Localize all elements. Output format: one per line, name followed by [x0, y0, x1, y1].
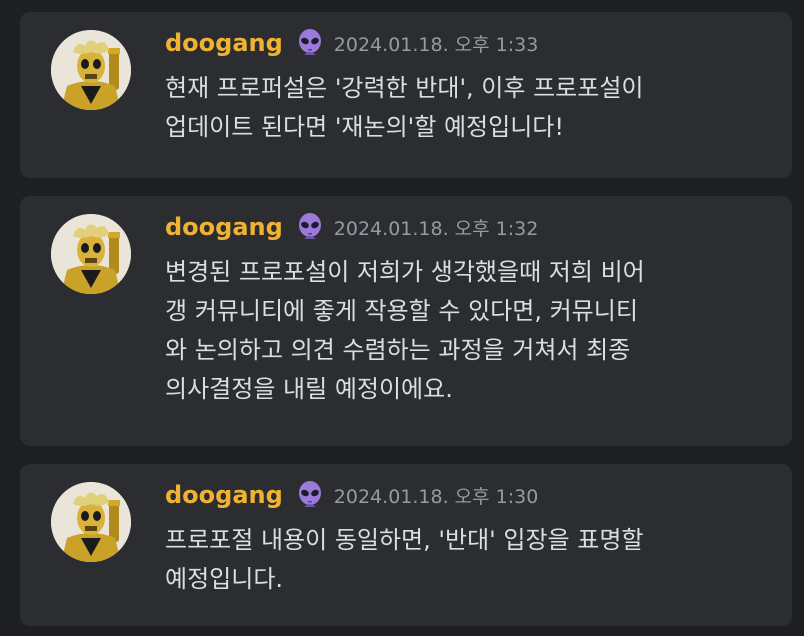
timestamp: 2024.01.18. 오후 1:33 [333, 33, 539, 56]
alien-emoji-icon [295, 212, 325, 242]
alien-emoji-icon [295, 28, 325, 58]
avatar[interactable] [51, 214, 131, 294]
message-line: 예정입니다. [165, 565, 284, 593]
username[interactable]: doogang [165, 29, 283, 57]
message-card[interactable]: doogang 2024.01.18. 오후 1:30 프로포절 내용이 동일하… [20, 464, 792, 626]
message-card[interactable]: doogang 2024.01.18. 오후 1:33 현재 프로퍼설은 '강력… [20, 12, 792, 178]
message-line: 변경된 프로포설이 저희가 생각했을때 저희 비어 [165, 258, 645, 286]
message-line: 현재 프로퍼설은 '강력한 반대', 이후 프로포설이 [165, 74, 644, 102]
message-line: 의사결정을 내릴 예정이에요. [165, 375, 453, 403]
message-content: 현재 프로퍼설은 '강력한 반대', 이후 프로포설이 업데이트 된다면 '재논… [165, 69, 765, 147]
message-content: 프로포절 내용이 동일하면, '반대' 입장을 표명할 예정입니다. [165, 521, 765, 599]
message-content: 변경된 프로포설이 저희가 생각했을때 저희 비어 갱 커뮤니티에 좋게 작용할… [165, 253, 765, 409]
timestamp: 2024.01.18. 오후 1:30 [333, 485, 539, 508]
timestamp: 2024.01.18. 오후 1:32 [333, 217, 539, 240]
message-line: 프로포절 내용이 동일하면, '반대' 입장을 표명할 [165, 526, 644, 554]
alien-emoji-icon [295, 480, 325, 510]
username[interactable]: doogang [165, 213, 283, 241]
username[interactable]: doogang [165, 481, 283, 509]
avatar[interactable] [51, 482, 131, 562]
message-line: 업데이트 된다면 '재논의'할 예정입니다! [165, 113, 564, 141]
message-card[interactable]: doogang 2024.01.18. 오후 1:32 변경된 프로포설이 저희… [20, 196, 792, 446]
avatar[interactable] [51, 30, 131, 110]
message-line: 와 논의하고 의견 수렴하는 과정을 거쳐서 최종 [165, 336, 631, 364]
message-line: 갱 커뮤니티에 좋게 작용할 수 있다면, 커뮤니티 [165, 297, 638, 325]
